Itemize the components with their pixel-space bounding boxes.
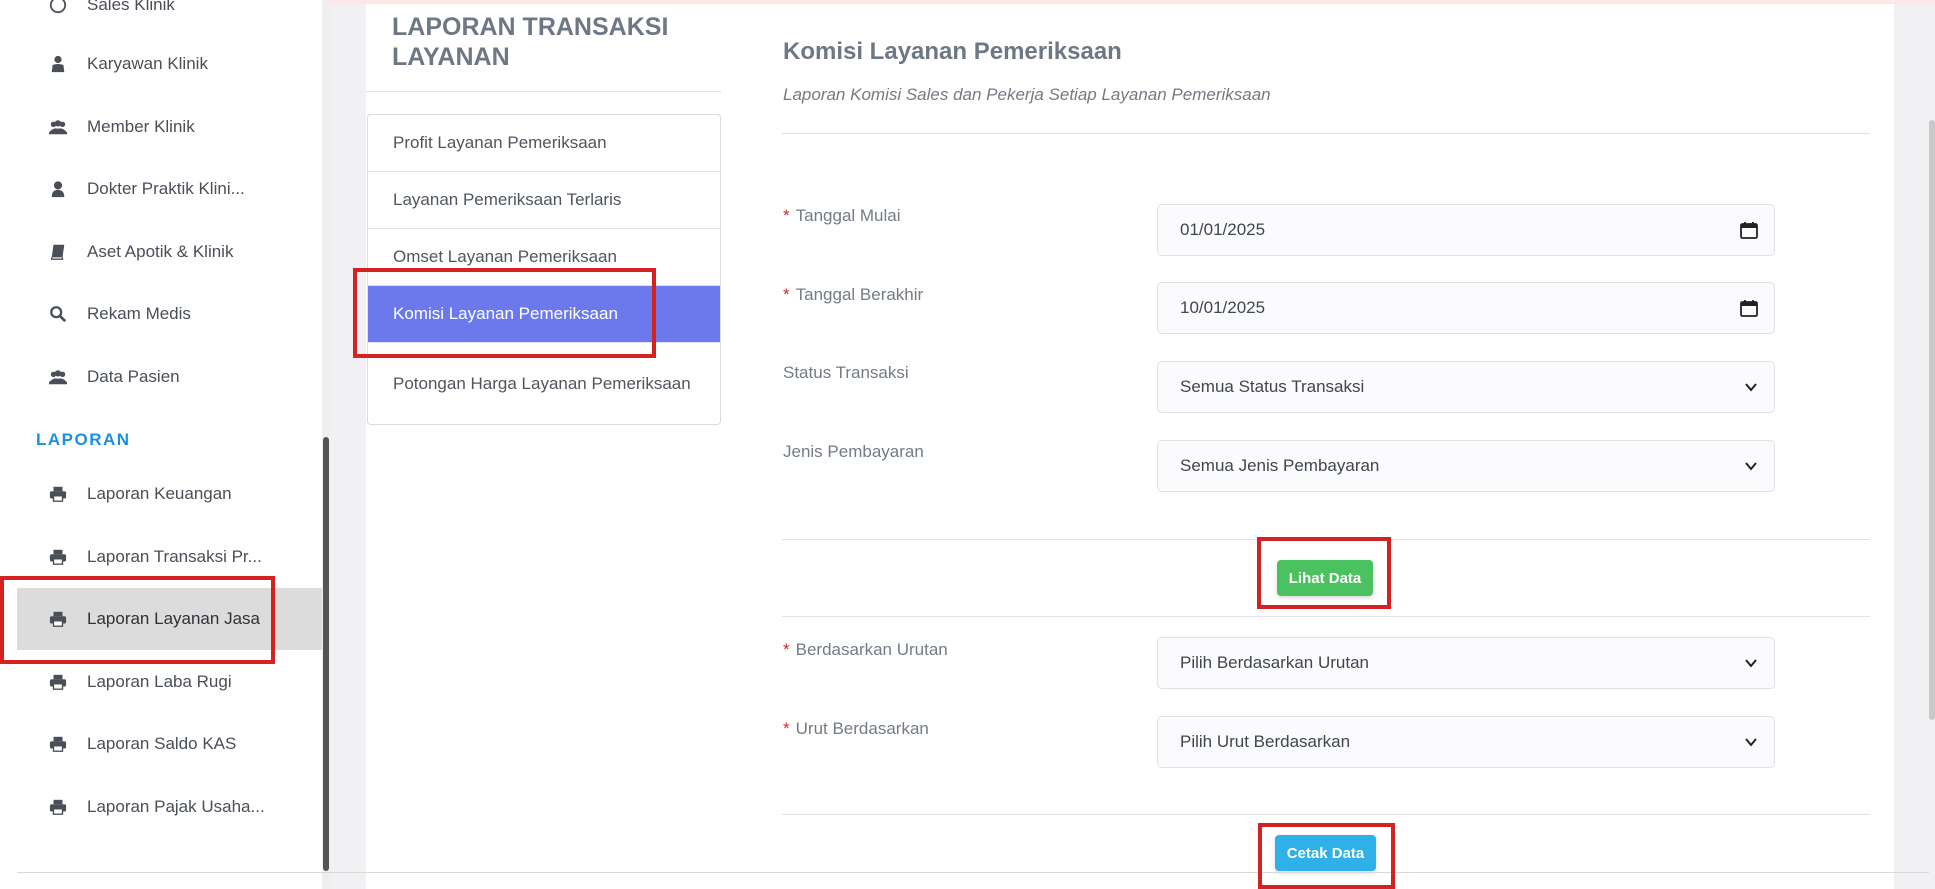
users-icon	[47, 367, 69, 387]
sidebar-item-laporan-saldo-kas[interactable]: Laporan Saldo KAS	[17, 713, 322, 775]
sidebar-item-label: Karyawan Klinik	[87, 54, 208, 73]
sidebar-scrollbar-thumb[interactable]	[323, 437, 329, 871]
calendar-icon[interactable]	[1740, 299, 1758, 317]
highlight-box	[1258, 823, 1395, 889]
required-mark: *	[783, 285, 790, 304]
printer-icon	[47, 672, 69, 692]
divider	[782, 616, 1870, 617]
sidebar-item-rekam-medis[interactable]: Rekam Medis	[17, 283, 322, 345]
sidebar-item-laporan-keuangan[interactable]: Laporan Keuangan	[17, 463, 322, 525]
required-mark: *	[783, 206, 790, 225]
start-date-input[interactable]: 01/01/2025	[1157, 204, 1775, 256]
printer-icon	[47, 484, 69, 504]
user-tie-icon	[47, 54, 69, 74]
payment-label: Jenis Pembayaran	[783, 442, 924, 461]
chevron-down-icon	[1745, 659, 1757, 668]
divider	[17, 872, 1929, 873]
book-icon	[47, 242, 69, 262]
sidebar-item-label: Laporan Saldo KAS	[87, 734, 237, 753]
status-select[interactable]: Semua Status Transaksi	[1157, 361, 1775, 413]
sidebar-item-label: Aset Apotik & Klinik	[87, 242, 234, 261]
page-subtitle: Laporan Komisi Sales dan Pekerja Setiap …	[783, 85, 1271, 104]
payment-select[interactable]: Semua Jenis Pembayaran	[1157, 440, 1775, 492]
main-scrollbar[interactable]	[1929, 120, 1935, 720]
sidebar-item-sales-klinik[interactable]: Sales Klinik	[17, 0, 322, 36]
divider	[366, 91, 721, 92]
sidebar-item-label: Member Klinik	[87, 117, 195, 136]
highlight-box	[1257, 537, 1391, 609]
sidebar-item-label: Laporan Pajak Usaha...	[87, 797, 265, 816]
sidebar-item-member-klinik[interactable]: Member Klinik	[17, 96, 322, 158]
sidebar-item-label: Laporan Transaksi Pr...	[87, 547, 262, 566]
sidebar-item-aset-apotik[interactable]: Aset Apotik & Klinik	[17, 221, 322, 283]
sidebar-item-label: Dokter Praktik Klini...	[87, 179, 245, 198]
sidebar-item-label: Rekam Medis	[87, 304, 191, 323]
divider	[782, 133, 1870, 134]
sidebar-item-label: Laporan Keuangan	[87, 484, 232, 503]
order-by-select[interactable]: Pilih Urut Berdasarkan	[1157, 716, 1775, 768]
section-heading-laporan: LAPORAN	[36, 430, 131, 449]
status-label: Status Transaksi	[783, 363, 909, 382]
divider	[782, 814, 1870, 815]
sort-by-label: * Berdasarkan Urutan	[783, 640, 948, 659]
sidebar-item-laporan-pajak-usaha[interactable]: Laporan Pajak Usaha...	[17, 776, 322, 838]
report-menu-title: LAPORAN TRANSAKSI LAYANAN	[392, 13, 669, 71]
sort-by-select[interactable]: Pilih Berdasarkan Urutan	[1157, 637, 1775, 689]
chevron-down-icon	[1745, 462, 1757, 471]
start-date-label: * Tanggal Mulai	[783, 206, 901, 225]
calendar-icon[interactable]	[1740, 221, 1758, 239]
order-by-label: * Urut Berdasarkan	[783, 719, 929, 738]
sidebar-item-karyawan-klinik[interactable]: Karyawan Klinik	[17, 33, 322, 95]
end-date-input[interactable]: 10/01/2025	[1157, 282, 1775, 334]
end-date-label: * Tanggal Berakhir	[783, 285, 924, 304]
sidebar: Sales Klinik Karyawan Klinik Member Klin…	[0, 0, 330, 889]
user-icon	[47, 179, 69, 199]
search-icon	[47, 304, 69, 324]
required-mark: *	[783, 719, 790, 738]
printer-icon	[47, 797, 69, 817]
highlight-box	[0, 576, 275, 664]
menu-item-profit[interactable]: Profit Layanan Pemeriksaan	[368, 115, 720, 172]
sidebar-item-dokter-praktik[interactable]: Dokter Praktik Klini...	[17, 158, 322, 220]
sidebar-item-label: Sales Klinik	[87, 0, 175, 14]
sidebar-item-label: Laporan Laba Rugi	[87, 672, 232, 691]
sidebar-item-data-pasien[interactable]: Data Pasien	[17, 346, 322, 408]
required-mark: *	[783, 640, 790, 659]
page-title: Komisi Layanan Pemeriksaan	[783, 38, 1122, 65]
sidebar-item-label: Data Pasien	[87, 367, 180, 386]
highlight-box	[353, 268, 656, 358]
user-circle-icon	[47, 0, 69, 15]
printer-icon	[47, 734, 69, 754]
chevron-down-icon	[1745, 383, 1757, 392]
users-icon	[47, 117, 69, 137]
printer-icon	[47, 547, 69, 567]
chevron-down-icon	[1745, 738, 1757, 747]
menu-item-terlaris[interactable]: Layanan Pemeriksaan Terlaris	[368, 172, 720, 229]
